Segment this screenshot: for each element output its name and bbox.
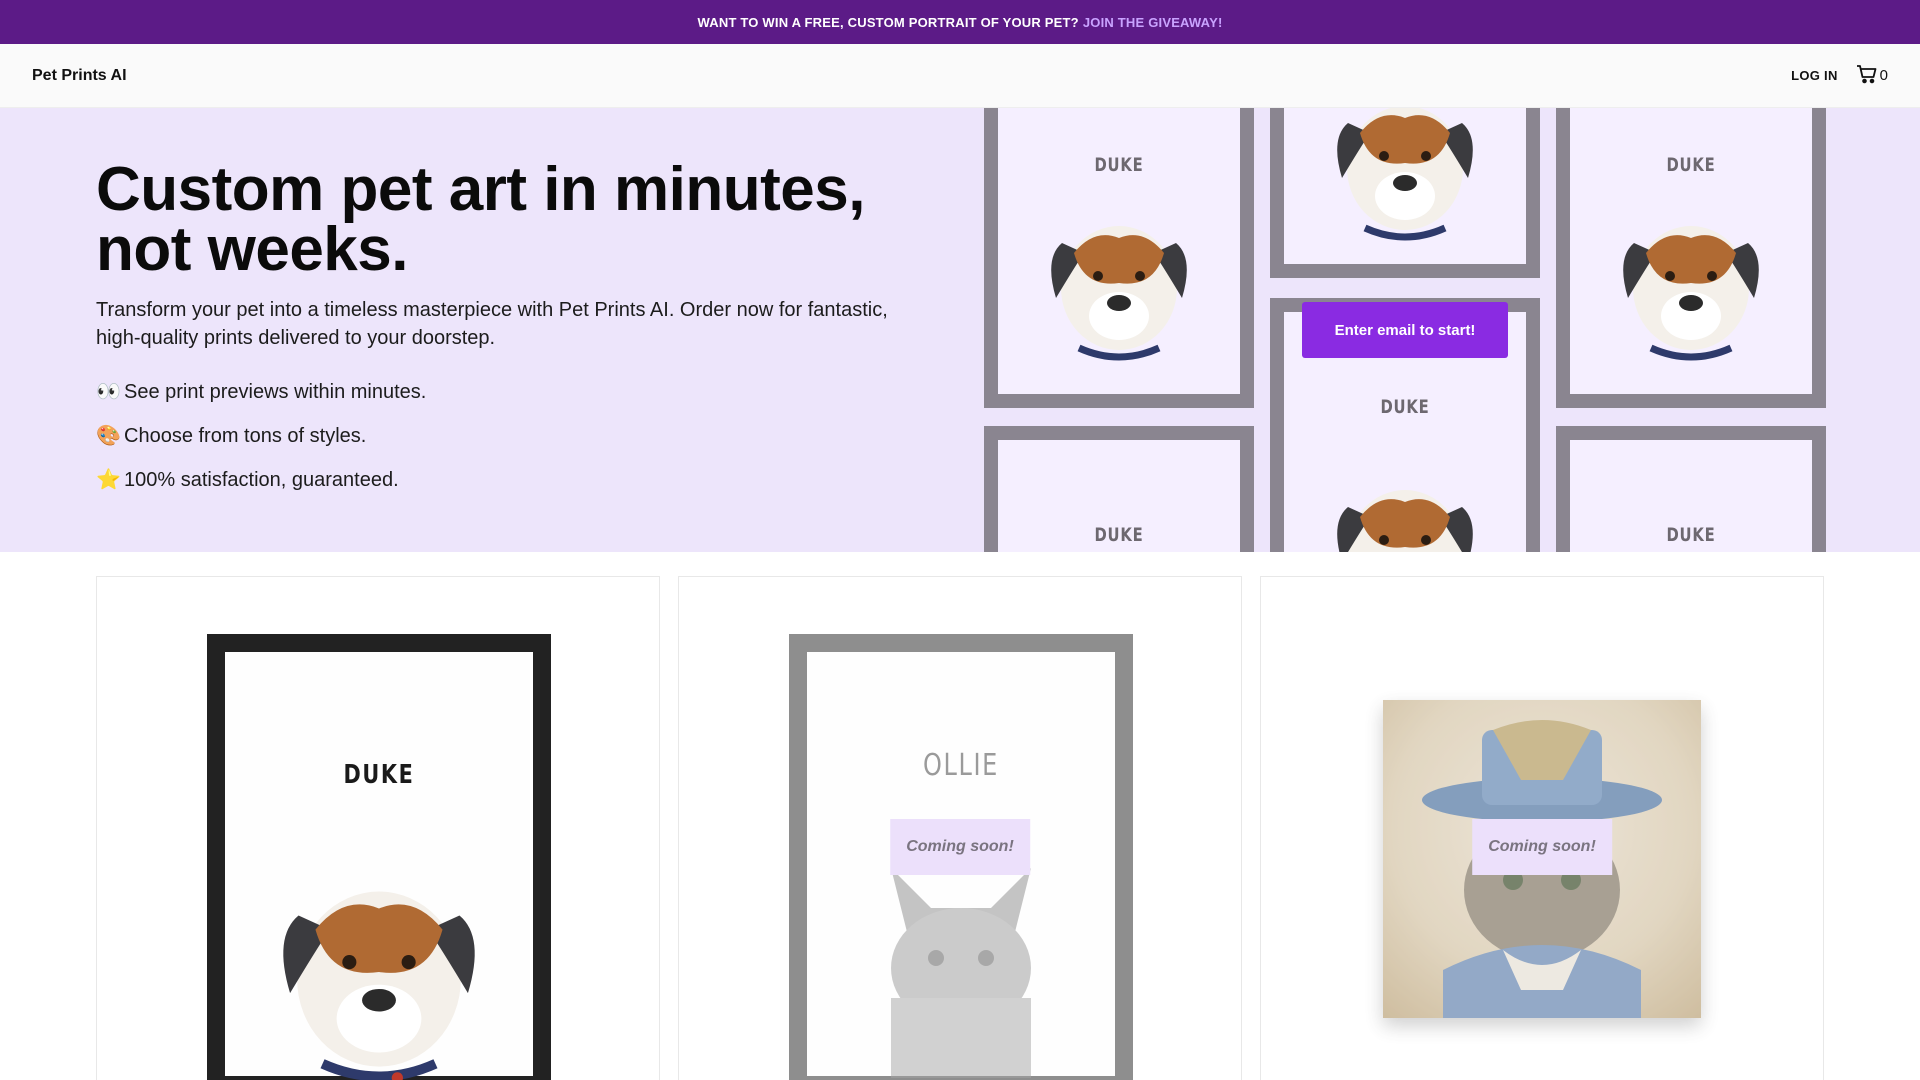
frame-pet-name: DUKE [1666, 154, 1716, 176]
announcement-bar: WANT TO WIN A FREE, CUSTOM PORTRAIT OF Y… [0, 0, 1920, 44]
header-actions: LOG IN 0 [1791, 64, 1888, 88]
login-link[interactable]: LOG IN [1791, 68, 1838, 83]
print-pet-name: DUKE [343, 760, 415, 790]
coming-soon-badge: Coming soon! [1472, 819, 1612, 875]
site-header: Pet Prints AI LOG IN 0 [0, 44, 1920, 108]
hero-text: Custom pet art in minutes, not weeks. Tr… [96, 159, 916, 512]
cart-count: 0 [1879, 67, 1888, 84]
frame-pet-name: DUKE [1094, 524, 1144, 546]
bulldog-portrait [283, 891, 475, 1080]
bulldog-portrait [1337, 490, 1473, 552]
hero-title: Custom pet art in minutes, not weeks. [96, 159, 916, 281]
palette-icon: 🎨 [96, 425, 121, 447]
collage-frame [1270, 108, 1540, 278]
hero-subtitle: Transform your pet into a timeless maste… [96, 299, 888, 349]
collage-frame: DUKE [984, 108, 1254, 408]
collage-frame: DUKE [1556, 108, 1826, 408]
bulldog-portrait [1337, 108, 1473, 241]
bulldog-portrait [1051, 226, 1187, 361]
frame-pet-name: DUKE [1094, 154, 1144, 176]
cart-icon [1856, 64, 1878, 88]
coming-soon-badge: Coming soon! [890, 819, 1030, 875]
star-icon: ⭐ [96, 469, 121, 491]
collage-frame: DUKE [984, 426, 1254, 552]
hero-title-line2: not weeks. [96, 215, 409, 284]
print-pet-name: OLLIE [923, 748, 999, 783]
eyes-icon: 👀 [96, 381, 121, 403]
feature-item: 👀 See print previews within minutes. [96, 380, 916, 404]
hero-collage: DUKE DUKE DUKE DUKE DUKE Enter email to … [984, 108, 1826, 552]
feature-list: 👀 See print previews within minutes. 🎨 C… [96, 380, 916, 492]
feature-text: See print previews within minutes. [124, 381, 427, 403]
collage-frame: DUKE [1556, 426, 1826, 552]
bulldog-portrait [1623, 226, 1759, 361]
frame-pet-name: DUKE [1666, 524, 1716, 546]
product-card[interactable]: OLLIE Coming soon! [678, 576, 1242, 1080]
feature-text: 100% satisfaction, guaranteed. [124, 469, 399, 491]
cart-button[interactable]: 0 [1856, 64, 1888, 88]
enter-email-button[interactable]: Enter email to start! [1302, 302, 1508, 358]
hero-title-line1: Custom pet art in minutes, [96, 155, 865, 224]
product-card[interactable]: Coming soon! [1260, 576, 1824, 1080]
product-grid: DUKE OLLIE Coming soon! Coming soon! [96, 576, 1824, 1080]
feature-item: 🎨 Choose from tons of styles. [96, 424, 916, 448]
framed-print-black: DUKE [207, 634, 551, 1080]
feature-text: Choose from tons of styles. [124, 425, 367, 447]
hero-section: Custom pet art in minutes, not weeks. Tr… [0, 108, 1920, 552]
announcement-text: WANT TO WIN A FREE, CUSTOM PORTRAIT OF Y… [697, 14, 1079, 30]
feature-item: ⭐ 100% satisfaction, guaranteed. [96, 468, 916, 492]
product-card[interactable]: DUKE [96, 576, 660, 1080]
brand-logo[interactable]: Pet Prints AI [32, 67, 127, 85]
giveaway-link[interactable]: JOIN THE GIVEAWAY! [1083, 15, 1223, 30]
frame-pet-name: DUKE [1380, 396, 1430, 418]
